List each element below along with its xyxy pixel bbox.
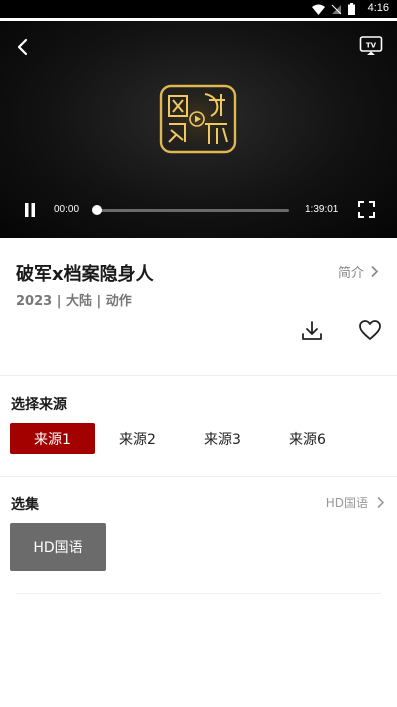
player-controls: 00:00 1:39:01 — [0, 198, 397, 222]
source-list: 来源1 来源2 来源3 来源6 — [10, 423, 350, 454]
status-icons — [312, 3, 355, 15]
status-bar: 4:16 — [0, 0, 397, 18]
status-time: 4:16 — [367, 2, 389, 14]
pause-icon[interactable] — [22, 202, 38, 218]
no-signal-icon — [331, 4, 342, 14]
brand-logo-seal — [157, 82, 239, 156]
source-button-2[interactable]: 来源2 — [95, 423, 180, 454]
chevron-right-icon — [377, 496, 385, 509]
progress-track[interactable] — [96, 209, 289, 212]
tv-cast-icon[interactable]: TV — [359, 35, 383, 57]
battery-icon — [348, 3, 355, 15]
duration-time: 1:39:01 — [305, 204, 339, 215]
source-button-3[interactable]: 来源3 — [180, 423, 265, 454]
movie-title: 破军x档案隐身人 — [16, 264, 154, 285]
source-section-title: 选择来源 — [11, 397, 67, 413]
svg-text:TV: TV — [366, 42, 377, 50]
heart-icon[interactable] — [358, 319, 382, 341]
intro-link[interactable]: 简介 — [338, 262, 379, 281]
episode-section-title: 选集 — [11, 497, 39, 513]
video-player[interactable]: TV 00:00 1:39:01 — [0, 18, 397, 238]
movie-meta: 2023 | 大陆 | 动作 — [16, 294, 132, 309]
wifi-icon — [312, 4, 325, 15]
episode-more-label: HD国语 — [325, 496, 368, 510]
intro-label: 简介 — [337, 266, 364, 281]
source-button-6[interactable]: 来源6 — [265, 423, 350, 454]
fullscreen-icon[interactable] — [358, 201, 375, 218]
current-time: 00:00 — [54, 204, 80, 215]
divider — [0, 375, 397, 376]
source-button-1[interactable]: 来源1 — [10, 423, 95, 454]
download-icon[interactable] — [301, 320, 323, 342]
player-top-border — [0, 18, 397, 21]
progress-thumb[interactable] — [92, 205, 102, 215]
divider — [0, 476, 397, 477]
divider — [16, 593, 381, 594]
episode-more-link[interactable]: HD国语 — [326, 494, 385, 511]
back-arrow-icon[interactable] — [12, 36, 34, 58]
chevron-right-icon — [371, 265, 379, 278]
episode-button[interactable]: HD国语 — [10, 523, 106, 571]
